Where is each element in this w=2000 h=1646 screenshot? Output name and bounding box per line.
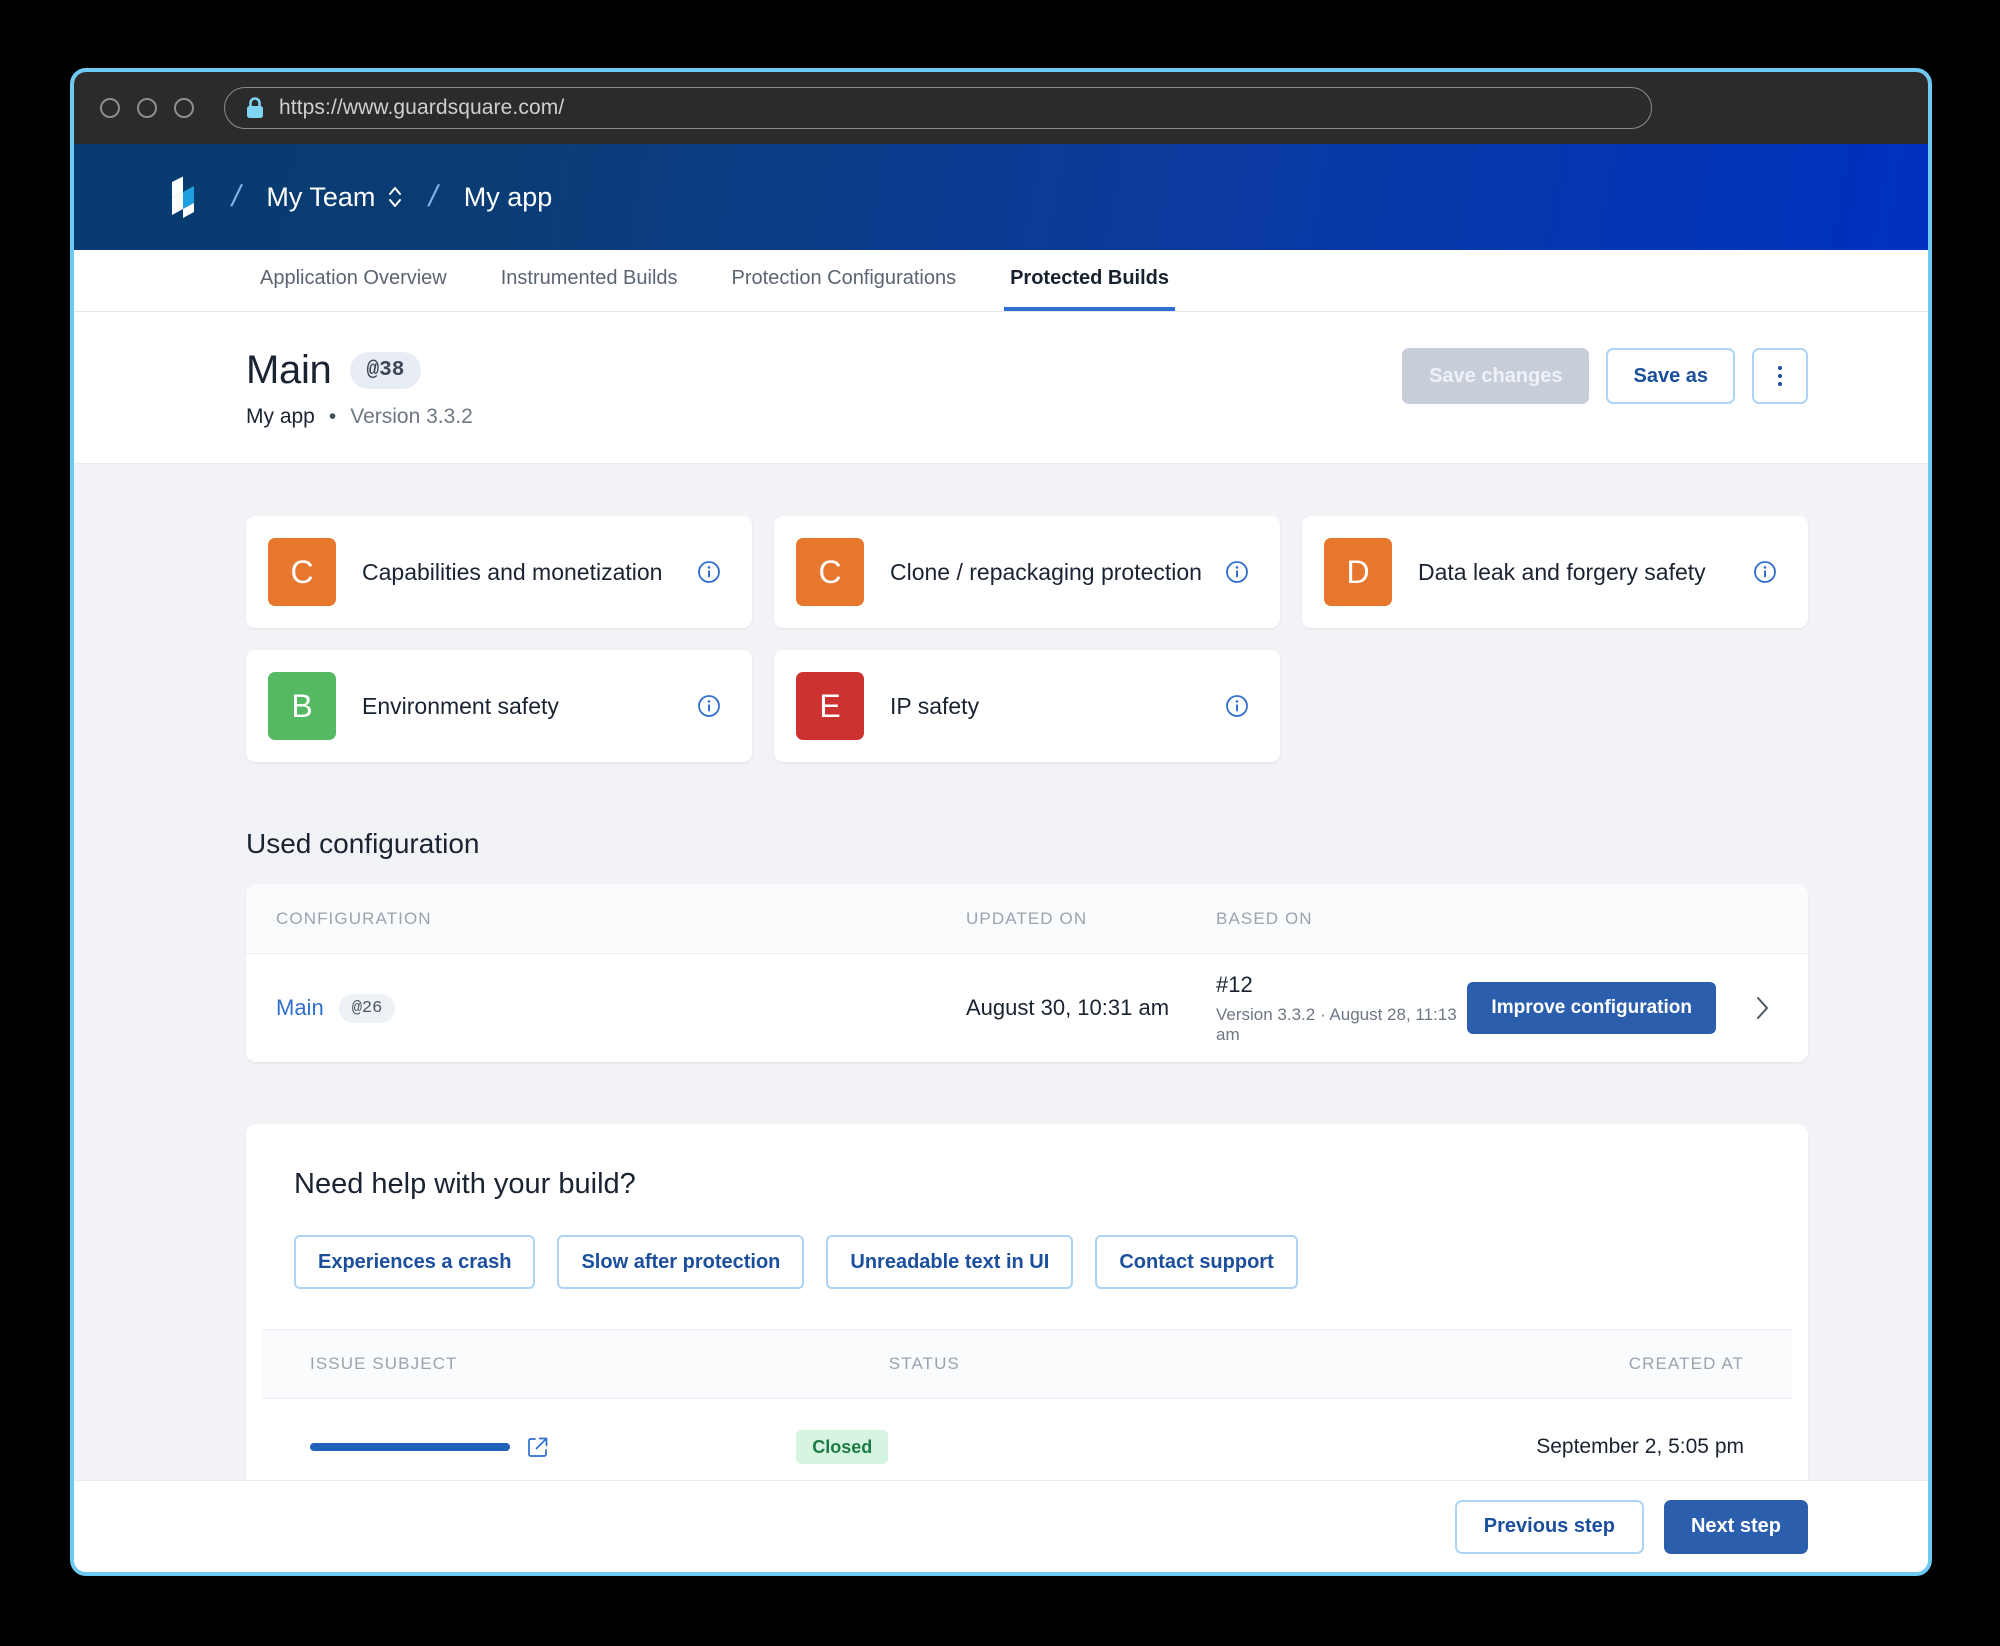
info-circle-icon[interactable] xyxy=(1224,559,1250,585)
table-row[interactable]: Closed September 2, 5:05 pm xyxy=(262,1399,1792,1480)
column-header-configuration: CONFIGURATION xyxy=(276,908,432,928)
subtitle-bullet: • xyxy=(328,405,337,428)
save-as-button[interactable]: Save as xyxy=(1606,348,1735,404)
help-title: Need help with your build? xyxy=(294,1168,636,1200)
tab-protected-builds[interactable]: Protected Builds xyxy=(1004,250,1176,311)
address-bar[interactable]: https://www.guardsquare.com/ xyxy=(224,87,1652,129)
next-step-button[interactable]: Next step xyxy=(1663,1499,1808,1554)
protection-cards-grid: C Capabilities and monetization C Clone … xyxy=(246,516,1808,762)
help-chip-slow-after-protection[interactable]: Slow after protection xyxy=(557,1235,805,1289)
wizard-footer: Previous step Next step xyxy=(74,1480,1928,1572)
guardsquare-logo-icon[interactable] xyxy=(160,172,206,222)
column-header-created-at: CREATED AT xyxy=(1628,1354,1744,1373)
protection-card-label: Environment safety xyxy=(362,692,559,719)
issue-status-cell: Closed xyxy=(796,1429,1536,1464)
protection-card-capabilities-and-monetization[interactable]: C Capabilities and monetization xyxy=(246,516,752,628)
grade-badge: D xyxy=(1324,538,1392,606)
page-title-row: Main @38 xyxy=(246,348,473,393)
breadcrumb-separator-1: / xyxy=(228,180,244,213)
redacted-issue-subject xyxy=(310,1443,510,1451)
issue-subject-cell xyxy=(310,1436,796,1458)
breadcrumb-app[interactable]: My app xyxy=(464,182,553,213)
protection-card-label: IP safety xyxy=(890,692,980,719)
header-actions: Save changes Save as xyxy=(1402,348,1808,404)
subtitle-app-name: My app xyxy=(246,405,315,428)
column-header-issue-subject: ISSUE SUBJECT xyxy=(310,1354,458,1373)
tab-application-overview[interactable]: Application Overview xyxy=(254,250,453,311)
configuration-version-badge: @26 xyxy=(338,993,396,1023)
help-chip-unreadable-text-in-ui[interactable]: Unreadable text in UI xyxy=(826,1235,1074,1289)
maximize-window-button[interactable] xyxy=(174,98,194,118)
protection-card-ip-safety[interactable]: E IP safety xyxy=(774,650,1280,762)
info-circle-icon[interactable] xyxy=(1752,559,1778,585)
column-header-status: STATUS xyxy=(888,1354,960,1373)
info-circle-icon[interactable] xyxy=(696,559,722,585)
page-content: C Capabilities and monetization C Clone … xyxy=(74,464,1928,1480)
help-chips: Experiences a crash Slow after protectio… xyxy=(246,1201,1808,1329)
page-title: Main xyxy=(246,348,332,392)
status-badge: Closed xyxy=(796,1429,889,1464)
column-header-updated-on: UPDATED ON xyxy=(966,908,1088,928)
more-options-button[interactable] xyxy=(1752,348,1808,404)
minimize-window-button[interactable] xyxy=(137,98,157,118)
table-row[interactable]: Main @26 August 30, 10:31 am #12 Version… xyxy=(246,954,1808,1062)
chevron-up-down-icon[interactable] xyxy=(387,184,403,210)
url-text: https://www.guardsquare.com/ xyxy=(279,96,565,119)
grade-badge: C xyxy=(268,538,336,606)
tab-instrumented-builds[interactable]: Instrumented Builds xyxy=(495,250,684,311)
help-chip-contact-support[interactable]: Contact support xyxy=(1095,1235,1298,1289)
save-changes-button[interactable]: Save changes xyxy=(1402,348,1590,404)
updated-on-value: August 30, 10:31 am xyxy=(966,995,1170,1020)
help-panel: Need help with your build? Experiences a… xyxy=(246,1124,1808,1480)
window-controls[interactable] xyxy=(100,98,194,118)
based-on-cell: #12 Version 3.3.2 · August 28, 11:13 am xyxy=(1216,972,1467,1045)
external-link-icon[interactable] xyxy=(527,1436,549,1458)
updated-on-cell: August 30, 10:31 am xyxy=(966,995,1216,1021)
configuration-link[interactable]: Main xyxy=(276,995,324,1021)
grade-badge: E xyxy=(796,672,864,740)
close-window-button[interactable] xyxy=(100,98,120,118)
breadcrumb-team-label: My Team xyxy=(266,181,376,212)
page-subtitle: My app • Version 3.3.2 xyxy=(246,405,473,429)
grade-badge: C xyxy=(796,538,864,606)
breadcrumb-separator-2: / xyxy=(425,180,442,213)
help-chip-experiences-a-crash[interactable]: Experiences a crash xyxy=(294,1235,536,1289)
grade-badge: B xyxy=(268,672,336,740)
protection-card-label: Data leak and forgery safety xyxy=(1418,558,1706,585)
previous-step-button[interactable]: Previous step xyxy=(1454,1499,1644,1554)
page-header: Main @38 My app • Version 3.3.2 Save cha… xyxy=(74,312,1928,464)
build-version-badge: @38 xyxy=(349,352,422,389)
more-vertical-icon xyxy=(1778,366,1782,386)
tab-protection-configurations[interactable]: Protection Configurations xyxy=(726,250,963,311)
configuration-cell: Main @26 xyxy=(276,993,966,1023)
subtitle-version: Version 3.3.2 xyxy=(350,405,473,428)
protection-card-data-leak-and-forgery-safety[interactable]: D Data leak and forgery safety xyxy=(1302,516,1808,628)
browser-toolbar: https://www.guardsquare.com/ xyxy=(74,72,1928,144)
based-on-build: #12 xyxy=(1216,971,1253,997)
breadcrumb-team[interactable]: My Team xyxy=(266,182,403,213)
used-configuration-panel: CONFIGURATION UPDATED ON BASED ON Main @… xyxy=(246,884,1808,1062)
protection-card-clone-repackaging-protection[interactable]: C Clone / repackaging protection xyxy=(774,516,1280,628)
browser-window: https://www.guardsquare.com/ / My Team /… xyxy=(70,68,1932,1576)
section-tabs: Application Overview Instrumented Builds… xyxy=(74,250,1928,312)
info-circle-icon[interactable] xyxy=(696,693,722,719)
app-top-nav: / My Team / My app xyxy=(74,144,1928,250)
page-header-left: Main @38 My app • Version 3.3.2 xyxy=(246,348,473,429)
protection-card-label: Capabilities and monetization xyxy=(362,558,663,585)
breadcrumb-app-label: My app xyxy=(463,181,553,212)
column-header-based-on: BASED ON xyxy=(1216,908,1313,928)
protection-card-label: Clone / repackaging protection xyxy=(890,558,1202,585)
improve-configuration-button[interactable]: Improve configuration xyxy=(1467,982,1716,1034)
based-on-detail: Version 3.3.2 · August 28, 11:13 am xyxy=(1216,1004,1457,1044)
info-circle-icon[interactable] xyxy=(1224,693,1250,719)
protection-card-environment-safety[interactable]: B Environment safety xyxy=(246,650,752,762)
used-configuration-title: Used configuration xyxy=(246,828,480,859)
lock-icon xyxy=(247,97,263,118)
configuration-name-group: Main @26 xyxy=(276,993,966,1023)
used-configuration-table-header: CONFIGURATION UPDATED ON BASED ON xyxy=(246,884,1808,954)
issue-created-at: September 2, 5:05 pm xyxy=(1536,1435,1744,1458)
chevron-right-icon[interactable] xyxy=(1754,993,1772,1023)
issues-table-header: ISSUE SUBJECT STATUS CREATED AT xyxy=(262,1329,1792,1399)
